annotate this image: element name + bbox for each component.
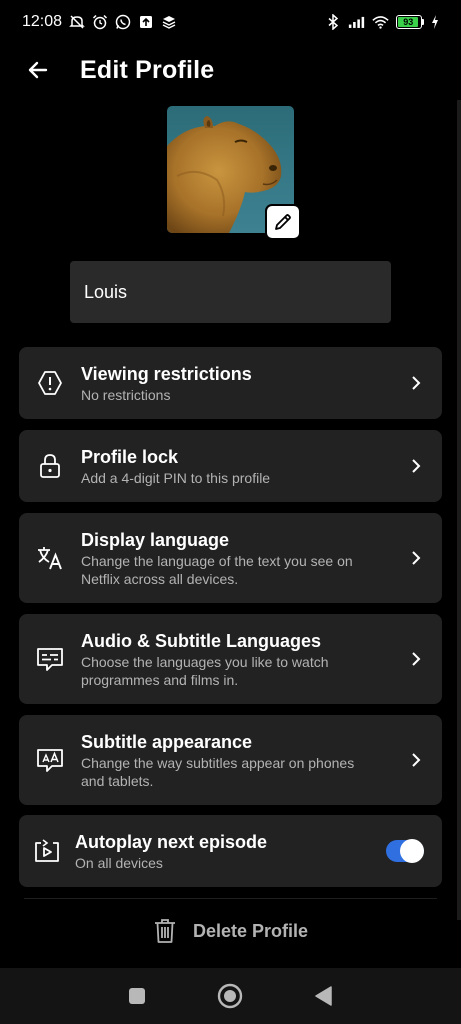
whatsapp-icon — [114, 14, 131, 31]
chevron-right-icon — [412, 652, 421, 666]
profile-lock-subtitle: Add a 4-digit PIN to this profile — [81, 469, 271, 486]
charging-icon — [431, 14, 439, 31]
trash-icon — [154, 919, 175, 943]
battery-icon: 93 — [396, 15, 424, 29]
toggle-knob — [400, 839, 424, 863]
lock-icon — [40, 454, 60, 478]
subtitle-appearance-title: Subtitle appearance — [81, 731, 253, 752]
status-time: 12:08 — [22, 13, 63, 30]
chevron-right-icon — [412, 376, 421, 390]
viewing-restrictions-title: Viewing restrictions — [81, 363, 252, 384]
header: Edit Profile — [0, 48, 461, 92]
profile-name-input[interactable] — [70, 261, 391, 323]
profile-lock-title: Profile lock — [81, 446, 179, 467]
status-bar: 12:08 93 — [0, 0, 461, 44]
audio-subtitle-languages-title: Audio & Subtitle Languages — [81, 630, 322, 651]
circle-icon — [218, 983, 243, 1009]
delete-profile-button[interactable]: Delete Profile — [0, 908, 461, 954]
avatar-container — [167, 106, 299, 238]
autoplay-next-episode-row: Autoplay next episode On all devices — [19, 815, 442, 887]
arrow-left-icon — [28, 61, 48, 79]
square-icon — [128, 988, 145, 1004]
autoplay-title: Autoplay next episode — [75, 831, 268, 852]
audio-subtitle-languages-row[interactable]: Audio & Subtitle Languages Choose the la… — [19, 614, 442, 704]
display-language-title: Display language — [81, 529, 230, 550]
pencil-icon — [275, 214, 291, 230]
battery-level: 93 — [398, 17, 419, 27]
upload-icon — [137, 14, 154, 31]
profile-lock-row[interactable]: Profile lock Add a 4-digit PIN to this p… — [19, 430, 442, 502]
status-right-icons: 93 — [324, 14, 439, 31]
status-left-icons — [68, 14, 177, 31]
chevron-right-icon — [412, 459, 421, 473]
signal-icon — [348, 14, 365, 31]
delete-profile-label: Delete Profile — [192, 920, 309, 941]
back-button[interactable] — [20, 52, 56, 88]
subtitle-appearance-row[interactable]: Subtitle appearance Change the way subti… — [19, 715, 442, 805]
viewing-restrictions-row[interactable]: Viewing restrictions No restrictions — [19, 347, 442, 419]
home-button[interactable] — [210, 976, 250, 1016]
warning-octagon-icon — [38, 371, 62, 395]
display-language-row[interactable]: Display language Change the language of … — [19, 513, 442, 603]
divider — [24, 898, 437, 899]
autoplay-subtitle: On all devices — [75, 854, 163, 871]
mute-off-icon — [68, 14, 85, 31]
subtitle-appearance-icon — [37, 749, 63, 772]
edit-avatar-button[interactable] — [267, 206, 299, 238]
autoplay-toggle[interactable] — [386, 839, 424, 863]
alarm-icon — [91, 14, 108, 31]
recents-button[interactable] — [117, 976, 157, 1016]
stack-icon — [160, 14, 177, 31]
subtitles-icon — [37, 648, 63, 671]
audio-subtitle-languages-subtitle: Choose the languages you like to watch p… — [81, 653, 329, 688]
chevron-right-icon — [412, 753, 421, 767]
back-nav-button[interactable] — [304, 976, 344, 1016]
page-title: Edit Profile — [80, 55, 215, 84]
viewing-restrictions-subtitle: No restrictions — [81, 386, 171, 403]
triangle-back-icon — [315, 986, 332, 1006]
chevron-right-icon — [412, 551, 421, 565]
bluetooth-icon — [324, 14, 341, 31]
wifi-icon — [372, 14, 389, 31]
autoplay-icon — [35, 839, 59, 862]
system-nav-bar — [0, 968, 461, 1024]
display-language-subtitle: Change the language of the text you see … — [81, 552, 353, 587]
translate-icon — [38, 547, 62, 570]
scrollbar — [457, 100, 461, 920]
subtitle-appearance-subtitle: Change the way subtitles appear on phone… — [81, 754, 355, 789]
